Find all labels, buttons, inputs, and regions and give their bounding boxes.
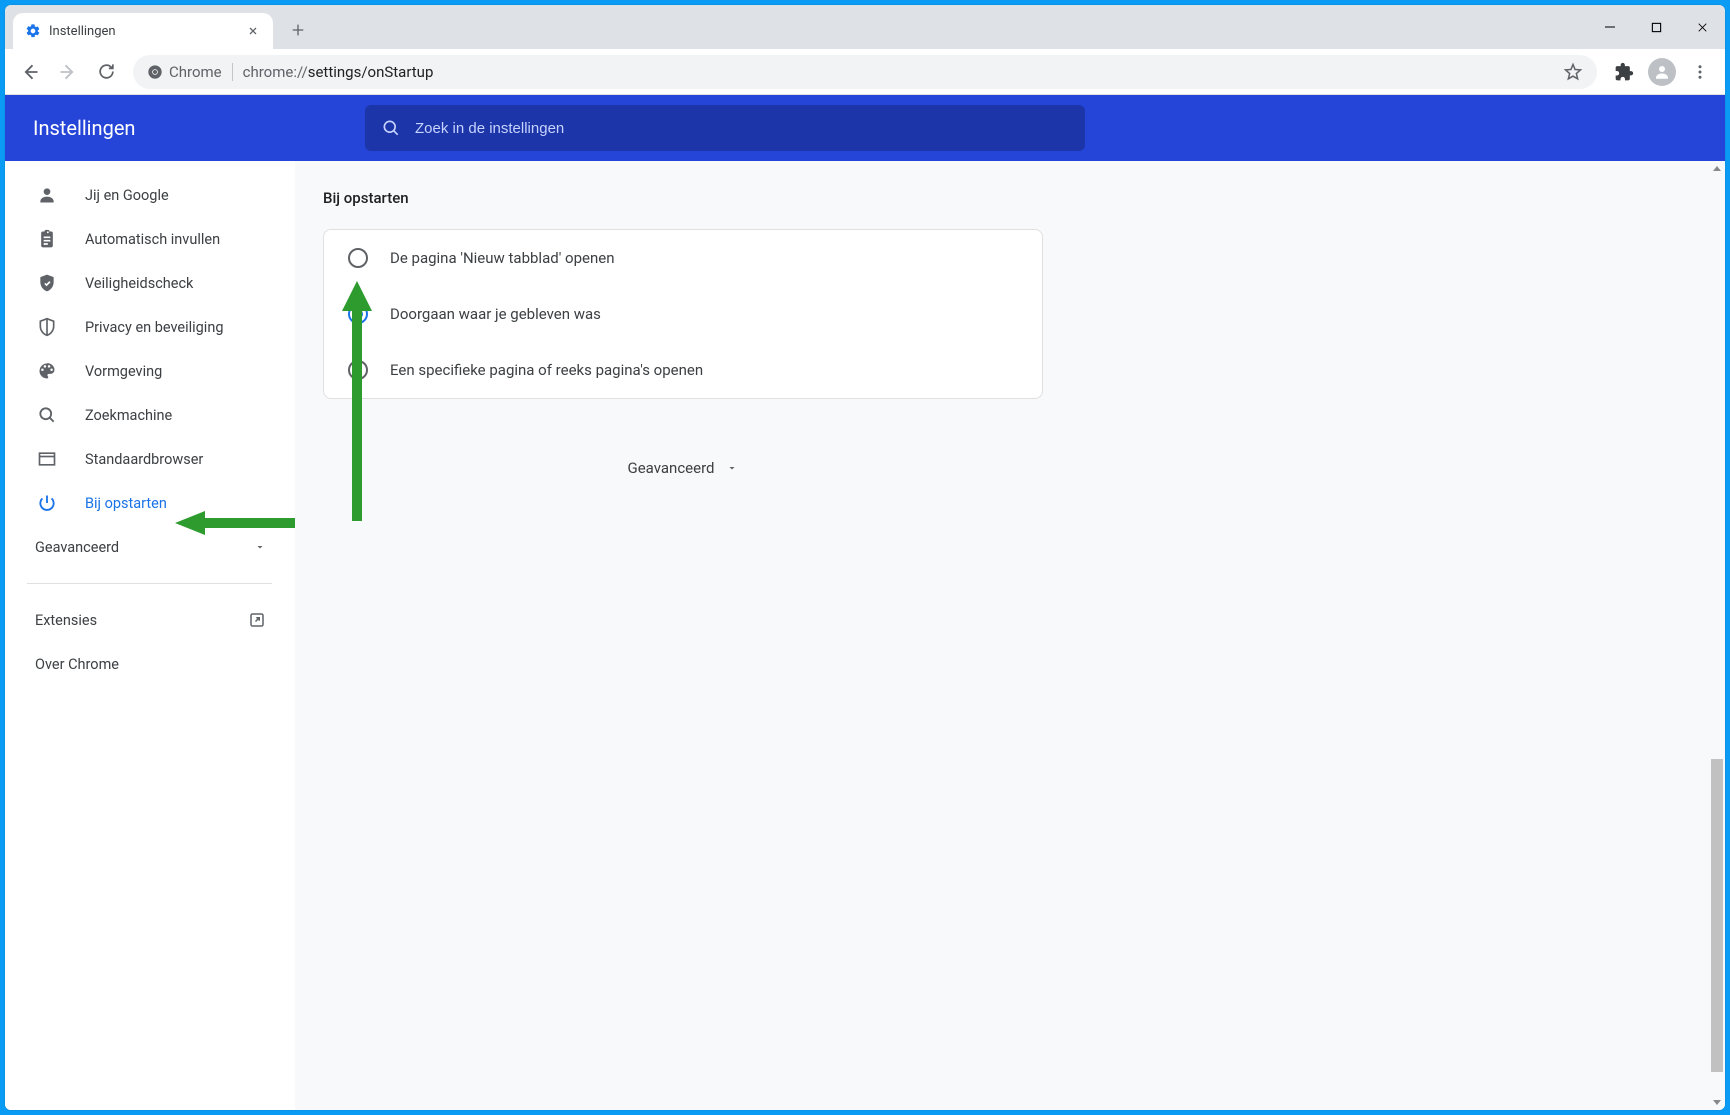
sidebar-item-default-browser[interactable]: Standaardbrowser xyxy=(5,437,294,481)
vertical-scrollbar[interactable] xyxy=(1709,161,1725,1110)
bookmark-star-icon[interactable] xyxy=(1563,62,1583,82)
browser-tab[interactable]: Instellingen xyxy=(13,13,273,49)
new-tab-button[interactable] xyxy=(283,15,313,45)
minimize-button[interactable] xyxy=(1587,5,1633,49)
sidebar-item-safety-check[interactable]: Veiligheidscheck xyxy=(5,261,294,305)
settings-body: Jij en Google Automatisch invullen Veili… xyxy=(5,161,1725,1110)
scrollbar-thumb[interactable] xyxy=(1711,759,1723,1072)
close-window-button[interactable] xyxy=(1679,5,1725,49)
settings-title: Instellingen xyxy=(33,116,365,140)
sidebar-item-autofill[interactable]: Automatisch invullen xyxy=(5,217,294,261)
chevron-down-icon xyxy=(254,541,266,553)
chrome-origin-chip: Chrome xyxy=(147,63,222,81)
address-bar[interactable]: Chrome chrome://settings/onStartup xyxy=(133,55,1597,89)
sidebar-item-search-engine[interactable]: Zoekmachine xyxy=(5,393,294,437)
search-icon xyxy=(381,118,401,138)
person-icon xyxy=(35,183,59,207)
tab-close-icon[interactable] xyxy=(245,23,261,39)
window-controls xyxy=(1587,5,1725,49)
section-title: Bij opstarten xyxy=(323,189,1043,207)
sidebar-item-label: Privacy en beveiliging xyxy=(85,319,224,336)
sidebar-item-appearance[interactable]: Vormgeving xyxy=(5,349,294,393)
kebab-menu-icon[interactable] xyxy=(1683,55,1717,89)
scroll-down-icon[interactable] xyxy=(1709,1094,1725,1110)
chevron-down-icon xyxy=(726,462,738,474)
on-startup-card: De pagina 'Nieuw tabblad' openen Doorgaa… xyxy=(323,229,1043,399)
radio-icon xyxy=(348,248,368,268)
sidebar-item-label: Bij opstarten xyxy=(85,495,167,512)
option-label: De pagina 'Nieuw tabblad' openen xyxy=(390,249,615,267)
url-path: settings/onStartup xyxy=(308,63,434,81)
browser-window: Instellingen Chrome xyxy=(5,5,1725,1110)
option-label: Doorgaan waar je gebleven was xyxy=(390,305,601,323)
back-button[interactable] xyxy=(13,55,47,89)
sidebar-item-on-startup[interactable]: Bij opstarten xyxy=(5,481,294,525)
advanced-label: Geavanceerd xyxy=(628,459,715,477)
browser-window-icon xyxy=(35,447,59,471)
extensions-puzzle-icon[interactable] xyxy=(1607,55,1641,89)
settings-sidebar: Jij en Google Automatisch invullen Veili… xyxy=(5,161,295,1110)
tab-strip: Instellingen xyxy=(5,5,1725,49)
search-settings-box[interactable] xyxy=(365,105,1085,151)
startup-option-specific-pages[interactable]: Een specifieke pagina of reeks pagina's … xyxy=(324,342,1042,398)
sidebar-advanced-toggle[interactable]: Geavanceerd xyxy=(5,525,294,569)
forward-button[interactable] xyxy=(51,55,85,89)
settings-main: Bij opstarten De pagina 'Nieuw tabblad' … xyxy=(295,161,1725,1110)
sidebar-item-label: Vormgeving xyxy=(85,363,162,380)
sidebar-item-label: Zoekmachine xyxy=(85,407,172,424)
shield-check-icon xyxy=(35,271,59,295)
sidebar-advanced-label: Geavanceerd xyxy=(35,539,119,556)
browser-toolbar: Chrome chrome://settings/onStartup xyxy=(5,49,1725,95)
sidebar-divider xyxy=(27,583,272,584)
sidebar-extensions-label: Extensies xyxy=(35,612,97,629)
option-label: Een specifieke pagina of reeks pagina's … xyxy=(390,361,703,379)
radio-icon xyxy=(348,304,368,324)
reload-button[interactable] xyxy=(89,55,123,89)
profile-avatar-icon[interactable] xyxy=(1645,55,1679,89)
radio-icon xyxy=(348,360,368,380)
omnibox-separator xyxy=(232,63,233,81)
shield-icon xyxy=(35,315,59,339)
sidebar-item-label: Veiligheidscheck xyxy=(85,275,193,292)
sidebar-extensions-link[interactable]: Extensies xyxy=(5,598,294,642)
tab-title: Instellingen xyxy=(49,24,116,39)
startup-option-new-tab[interactable]: De pagina 'Nieuw tabblad' openen xyxy=(324,230,1042,286)
sidebar-about-link[interactable]: Over Chrome xyxy=(5,642,294,686)
sidebar-item-privacy[interactable]: Privacy en beveiliging xyxy=(5,305,294,349)
sidebar-item-label: Jij en Google xyxy=(85,187,169,204)
startup-option-continue[interactable]: Doorgaan waar je gebleven was xyxy=(324,286,1042,342)
settings-header: Instellingen xyxy=(5,95,1725,161)
sidebar-item-label: Automatisch invullen xyxy=(85,231,220,248)
sidebar-item-you-and-google[interactable]: Jij en Google xyxy=(5,173,294,217)
chrome-icon xyxy=(147,64,163,80)
search-icon xyxy=(35,403,59,427)
scroll-up-icon[interactable] xyxy=(1709,161,1725,177)
settings-gear-icon xyxy=(25,23,41,39)
sidebar-item-label: Standaardbrowser xyxy=(85,451,203,468)
power-icon xyxy=(35,491,59,515)
chrome-origin-label: Chrome xyxy=(169,63,222,81)
clipboard-icon xyxy=(35,227,59,251)
open-external-icon xyxy=(248,611,266,629)
url-scheme: chrome:// xyxy=(243,63,308,81)
maximize-button[interactable] xyxy=(1633,5,1679,49)
palette-icon xyxy=(35,359,59,383)
search-settings-input[interactable] xyxy=(415,120,1069,137)
sidebar-about-label: Over Chrome xyxy=(35,656,119,673)
advanced-section-toggle[interactable]: Geavanceerd xyxy=(323,459,1043,477)
